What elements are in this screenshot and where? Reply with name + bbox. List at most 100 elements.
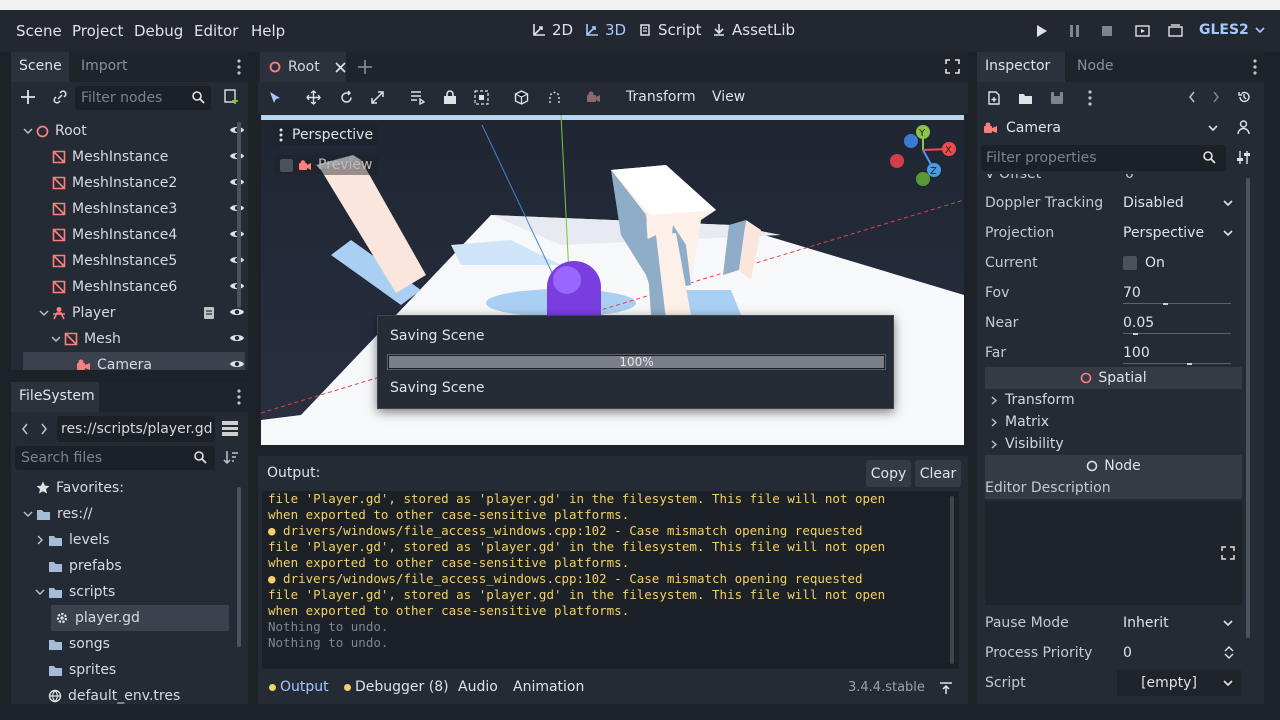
tab-audio[interactable]: Audio (458, 679, 498, 695)
file-tree-scrollbar[interactable] (237, 487, 241, 647)
tab-filesystem[interactable]: FileSystem (11, 382, 99, 412)
scene-tree-node[interactable]: Player (23, 300, 245, 326)
filter-properties-input[interactable]: Filter properties (981, 145, 1226, 171)
tab-output[interactable]: Output (269, 679, 329, 695)
visibility-eye-icon[interactable] (229, 306, 245, 318)
folder-item[interactable]: res:// (23, 501, 245, 527)
lock-icon[interactable] (443, 90, 457, 105)
workspace-script-button[interactable]: Script (638, 21, 702, 39)
spin-arrows-icon[interactable] (1224, 645, 1234, 660)
current-checkbox[interactable]: On (1117, 250, 1241, 276)
preview-toggle[interactable]: Preview (274, 155, 379, 175)
workspace-assetlib-button[interactable]: AssetLib (712, 21, 795, 39)
expand-icon[interactable] (1221, 546, 1235, 560)
add-node-icon[interactable] (21, 90, 35, 104)
scene-tree-node[interactable]: MeshInstance2 (23, 170, 245, 196)
group-visibility[interactable]: Visibility (985, 433, 1242, 455)
scene-tree-node[interactable]: MeshInstance5 (23, 248, 245, 274)
inspector-scrollbar[interactable] (1246, 178, 1250, 638)
split-view-icon[interactable] (222, 421, 238, 436)
preview-checkbox[interactable] (280, 158, 293, 172)
near-slider[interactable]: 0.05 (1117, 310, 1241, 336)
snap-icon[interactable] (547, 90, 562, 105)
filter-nodes-input[interactable]: Filter nodes (75, 86, 211, 110)
doppler-tracking-select[interactable]: Disabled (1117, 190, 1241, 216)
file-item[interactable]: Favorites: (23, 475, 245, 501)
tab-inspector[interactable]: Inspector (977, 52, 1065, 82)
save-icon[interactable] (1050, 91, 1064, 105)
new-resource-icon[interactable] (987, 91, 1001, 105)
select-tool-icon[interactable] (268, 91, 282, 105)
kebab-icon[interactable] (1088, 90, 1092, 106)
pause-icon[interactable] (1069, 25, 1081, 37)
scene-tree-scrollbar[interactable] (237, 122, 241, 308)
rotate-tool-icon[interactable] (339, 90, 354, 105)
tune-icon[interactable] (1237, 150, 1250, 165)
menu-scene[interactable]: Scene (16, 22, 62, 40)
workspace-2d-button[interactable]: 2D (532, 21, 573, 39)
script-add-icon[interactable] (224, 89, 239, 104)
workspace-3d-button[interactable]: 3D (585, 21, 626, 39)
list-select-icon[interactable] (410, 90, 425, 105)
editor-description-textarea[interactable] (985, 501, 1242, 605)
tab-debugger[interactable]: Debugger (8) (344, 679, 449, 695)
folder-item[interactable]: levels (23, 527, 245, 553)
scene-tree-node[interactable]: Mesh (23, 326, 245, 352)
history-forward-icon[interactable] (1212, 91, 1220, 103)
folder-item[interactable]: sprites (23, 657, 245, 683)
dock-menu-icon[interactable] (237, 389, 241, 405)
projection-select[interactable]: Perspective (1117, 220, 1241, 246)
node-tool-icon[interactable] (1236, 120, 1251, 135)
transform-menu[interactable]: Transform (626, 89, 696, 105)
scene-tree-node[interactable]: MeshInstance4 (23, 222, 245, 248)
group-transform[interactable]: Transform (985, 389, 1242, 411)
output-log[interactable]: file 'Player.gd', stored as 'player.gd' … (262, 491, 959, 669)
tab-import[interactable]: Import (73, 52, 137, 82)
play-custom-scene-icon[interactable] (1168, 24, 1183, 38)
menu-editor[interactable]: Editor (194, 22, 238, 40)
expand-panel-icon[interactable] (939, 681, 953, 695)
play-icon[interactable] (1036, 25, 1048, 37)
chevron-down-icon[interactable] (35, 587, 45, 597)
folder-item[interactable]: songs (23, 631, 245, 657)
folder-item[interactable]: prefabs (23, 553, 245, 579)
history-icon[interactable] (1237, 90, 1251, 104)
chevron-down-icon[interactable] (23, 509, 33, 519)
chevron-down-icon[interactable] (51, 334, 61, 344)
view-menu[interactable]: View (712, 89, 745, 105)
camera-override-icon[interactable] (586, 91, 601, 104)
output-scrollbar[interactable] (950, 496, 954, 664)
distraction-free-icon[interactable] (945, 59, 960, 74)
local-space-icon[interactable] (514, 90, 529, 105)
tab-animation[interactable]: Animation (513, 679, 584, 695)
process-priority-spinbox[interactable]: 0 (1117, 640, 1241, 666)
chevron-right-icon[interactable] (35, 535, 45, 545)
forward-arrow-icon[interactable] (40, 423, 48, 435)
history-back-icon[interactable] (1188, 91, 1196, 103)
folder-item[interactable]: scripts (23, 579, 245, 605)
path-field[interactable]: res://scripts/player.gd (57, 416, 215, 442)
scale-tool-icon[interactable] (370, 90, 385, 105)
close-icon[interactable] (335, 61, 346, 73)
far-slider[interactable]: 100 (1117, 340, 1241, 366)
group-matrix[interactable]: Matrix (985, 411, 1242, 433)
clear-button[interactable]: Clear (915, 460, 961, 487)
visibility-eye-icon[interactable] (229, 358, 245, 370)
stop-icon[interactable] (1101, 25, 1113, 37)
menu-project[interactable]: Project (72, 22, 123, 40)
move-tool-icon[interactable] (306, 90, 321, 105)
file-item[interactable]: default_env.tres (23, 683, 245, 704)
chevron-down-icon[interactable] (23, 126, 33, 136)
menu-help[interactable]: Help (251, 22, 285, 40)
sort-icon[interactable] (223, 450, 239, 465)
scene-tree-node[interactable]: Camera (23, 352, 245, 370)
menu-debug[interactable]: Debug (134, 22, 183, 40)
add-tab-icon[interactable] (358, 60, 372, 74)
tab-scene[interactable]: Scene (11, 52, 69, 82)
scene-tree-node[interactable]: MeshInstance6 (23, 274, 245, 300)
scene-tree-node[interactable]: Root (23, 118, 245, 144)
chevron-down-icon[interactable] (39, 308, 49, 318)
script-icon[interactable] (203, 306, 215, 320)
scene-tree-node[interactable]: MeshInstance (23, 144, 245, 170)
group-icon[interactable] (474, 90, 489, 105)
